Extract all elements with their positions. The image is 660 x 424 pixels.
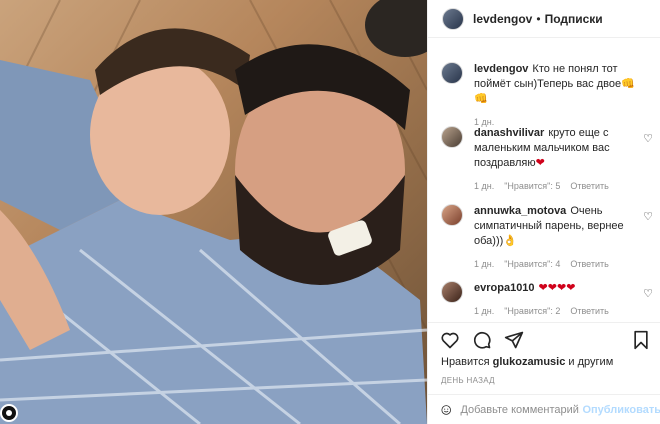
bookmark-icon[interactable] <box>632 330 650 350</box>
heart-icon[interactable]: ♡ <box>643 132 653 145</box>
comment-username[interactable]: evropa1010 <box>474 282 535 294</box>
add-comment-bar: Опубликовать <box>428 394 660 424</box>
comment-input[interactable] <box>460 403 581 416</box>
likes-prefix: Нравится <box>441 356 490 368</box>
header-separator: • <box>536 11 541 26</box>
reply-button[interactable]: Ответить <box>570 257 608 272</box>
likes-line: Нравится glukozamusic и другим <box>441 356 613 368</box>
post-time: ДЕНЬ НАЗАД <box>441 376 495 385</box>
heart-icon[interactable]: ♡ <box>643 210 653 223</box>
author-avatar[interactable] <box>442 7 464 30</box>
likes-user[interactable]: glukozamusic <box>493 356 566 368</box>
comment-emoji: ❤❤❤❤ <box>538 282 576 294</box>
comment-time: 1 дн. <box>474 306 495 316</box>
caption-username[interactable]: levdengov <box>474 63 528 75</box>
likes-suffix[interactable]: и другим <box>568 356 613 368</box>
action-bar <box>440 328 650 352</box>
reply-button[interactable]: Ответить <box>570 179 608 194</box>
comment-emoji: ❤ <box>535 157 545 169</box>
comment-likes-count[interactable]: "Нравится": 2 <box>504 304 560 319</box>
post-header: levdengov • Подписки <box>428 0 660 38</box>
comment-time: 1 дн. <box>474 259 495 269</box>
caption: levdengov Кто не понял тот поймёт сын)Теп… <box>441 62 656 130</box>
emoji-icon[interactable] <box>441 401 451 419</box>
comment-icon[interactable] <box>472 330 492 350</box>
reply-button[interactable]: Ответить <box>570 304 608 319</box>
comment-username[interactable]: danashvilivar <box>474 127 544 139</box>
comment-likes-count[interactable]: "Нравится": 5 <box>504 179 560 194</box>
heart-icon[interactable] <box>440 330 460 350</box>
publish-button[interactable]: Опубликовать <box>582 404 660 416</box>
post-photo[interactable] <box>0 0 427 424</box>
share-icon[interactable] <box>504 330 524 350</box>
post-sidebar: levdengov • Подписки levdengov Кто не пон… <box>427 0 660 424</box>
comment-avatar[interactable] <box>441 204 463 226</box>
comment-item: danashvilivar круто еще с маленьким мальч… <box>441 126 656 194</box>
comment-emoji: 👌 <box>503 235 517 247</box>
profile-tag-icon[interactable] <box>0 404 18 422</box>
caption-avatar[interactable] <box>441 62 463 84</box>
follow-button[interactable]: Подписки <box>545 12 603 26</box>
comment-avatar[interactable] <box>441 281 463 303</box>
comment-avatar[interactable] <box>441 126 463 148</box>
comment-username[interactable]: annuwka_motova <box>474 205 566 217</box>
comment-time: 1 дн. <box>474 181 495 191</box>
divider <box>428 322 660 323</box>
comment-item: annuwka_motova Очень симпатичный парень, … <box>441 204 656 272</box>
comment-likes-count[interactable]: "Нравится": 4 <box>504 257 560 272</box>
heart-icon[interactable]: ♡ <box>643 287 653 300</box>
author-username[interactable]: levdengov <box>473 12 532 26</box>
post-photo-illustration <box>0 0 427 424</box>
comment-item: evropa1010 ❤❤❤❤ 1 дн. "Нравится": 2 Ответ… <box>441 281 656 319</box>
